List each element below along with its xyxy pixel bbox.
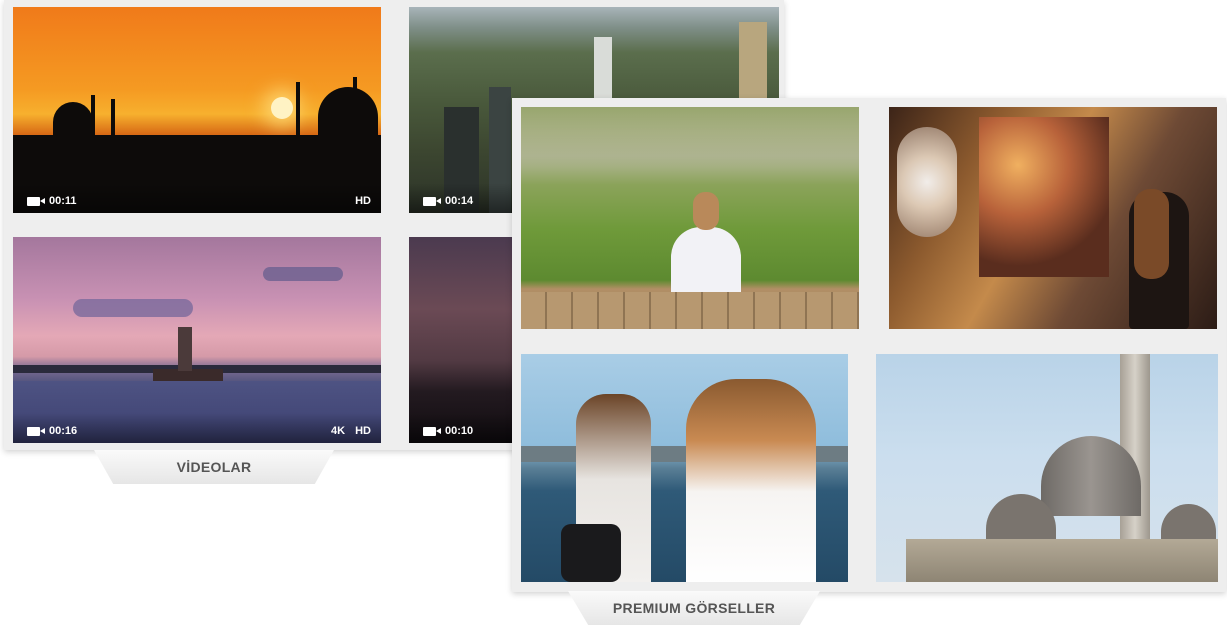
dome-silhouette	[53, 102, 93, 138]
video-thumbnail-sunset-mosque[interactable]: 00:11 HD	[13, 7, 381, 213]
leather-jacket	[561, 524, 621, 582]
quality-badge: HD	[355, 425, 371, 437]
video-quality-badges: HD	[355, 195, 371, 207]
video-duration: 00:14	[423, 195, 473, 207]
premium-images-tab-label: PREMIUM GÖRSELLER	[612, 600, 776, 616]
minaret-silhouette	[111, 99, 115, 137]
cloud	[73, 299, 193, 317]
minaret-silhouette	[91, 95, 95, 137]
videos-tab-label: VİDEOLAR	[176, 459, 252, 475]
mosque-walls	[906, 539, 1218, 582]
video-duration: 00:11	[27, 195, 77, 207]
video-camera-icon	[423, 196, 441, 206]
minaret-silhouette	[296, 82, 300, 137]
image-thumbnail-mosque[interactable]	[876, 354, 1218, 582]
woman-hair	[693, 192, 719, 230]
video-duration: 00:10	[423, 425, 473, 437]
image-thumbnail-two-women[interactable]	[521, 354, 848, 582]
lamp	[897, 127, 957, 237]
quality-badge: 4K	[331, 425, 346, 437]
image-thumbnail-woman-on-grass[interactable]	[521, 107, 859, 329]
video-duration: 00:16	[27, 425, 77, 437]
video-info-bar: 00:11 HD	[13, 183, 381, 213]
woman-hair	[1134, 189, 1169, 279]
quality-badge: HD	[355, 195, 371, 207]
sun-glow	[271, 97, 293, 119]
video-quality-badges: 4K HD	[331, 425, 371, 437]
dome-silhouette	[318, 87, 378, 137]
video-camera-icon	[423, 426, 441, 436]
tower-building	[739, 22, 767, 107]
side-dome	[1161, 504, 1216, 544]
tower-body	[178, 327, 192, 371]
duration-text: 00:14	[445, 195, 474, 207]
premium-images-panel	[512, 98, 1226, 592]
video-camera-icon	[27, 196, 45, 206]
tree-blur	[521, 107, 859, 167]
minaret-silhouette	[353, 77, 357, 137]
video-info-bar: 00:16 4K HD	[13, 413, 381, 443]
lamp-cluster	[979, 117, 1109, 277]
videos-tab[interactable]: VİDEOLAR	[94, 450, 334, 484]
duration-text: 00:16	[49, 425, 78, 437]
image-thumbnail-bazaar-lamps[interactable]	[889, 107, 1217, 329]
video-camera-icon	[27, 426, 45, 436]
video-thumbnail-maidens-tower[interactable]: 00:16 4K HD	[13, 237, 381, 443]
cloud	[263, 267, 343, 281]
premium-images-tab[interactable]: PREMIUM GÖRSELLER	[568, 591, 820, 625]
duration-text: 00:10	[445, 425, 474, 437]
wooden-deck	[521, 292, 859, 329]
woman-right	[686, 379, 816, 582]
duration-text: 00:11	[49, 195, 77, 207]
tower-building	[594, 37, 612, 107]
